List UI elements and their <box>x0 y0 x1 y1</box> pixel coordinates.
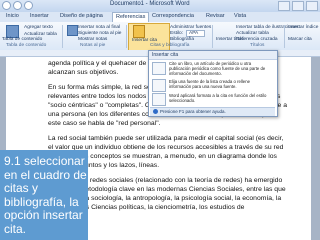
format-style-icon <box>152 93 166 106</box>
update-table-button[interactable]: Actualizar tabla <box>24 32 57 37</box>
tab-vista[interactable]: Vista <box>234 13 246 19</box>
tooltip-help-footer: Presione F1 para obtener ayuda. <box>150 107 275 116</box>
footnote-icon[interactable] <box>67 25 78 36</box>
bibliography-button[interactable]: Bibliografía <box>170 37 194 42</box>
next-footnote-button[interactable]: Siguiente nota al pie <box>78 31 121 36</box>
citation-book-icon <box>152 62 166 75</box>
quick-access-toolbar <box>2 1 33 10</box>
undo-icon[interactable] <box>24 1 33 10</box>
cross-reference-button[interactable]: Referencia cruzada <box>236 37 278 42</box>
tab-revisar[interactable]: Revisar <box>206 13 225 19</box>
maximize-button[interactable] <box>292 1 304 11</box>
group-citations: Citas y bibliografía <box>150 43 190 48</box>
help-text: Presione F1 para obtener ayuda. <box>160 109 226 114</box>
save-icon[interactable] <box>13 1 22 10</box>
ribbon: Tabla de contenido Agregar texto Actuali… <box>0 22 320 51</box>
doc-line: este caso se habla de "red personal". <box>48 120 161 127</box>
ribbon-separator <box>284 25 285 48</box>
group-footnotes: Notas al pie <box>80 43 106 48</box>
tab-insertar[interactable]: Insertar <box>30 13 49 19</box>
office-button-icon[interactable] <box>2 1 11 10</box>
tab-inicio[interactable]: Inicio <box>6 13 19 19</box>
insert-index-button[interactable]: Insertar índice <box>288 25 318 30</box>
minimize-button[interactable] <box>278 1 290 11</box>
mark-citation-button[interactable]: Marcar cita <box>288 37 312 42</box>
add-text-button[interactable]: Agregar texto <box>24 25 53 30</box>
source-list-icon <box>152 79 166 92</box>
close-button[interactable] <box>306 1 318 11</box>
doc-line: La red social también puede ser utilizad… <box>48 135 284 142</box>
group-table-of-contents: Tabla de contenido <box>6 43 47 48</box>
update-table-figures-button[interactable]: Actualizar tabla <box>236 31 269 36</box>
show-notes-button[interactable]: Mostrar notas <box>78 37 107 42</box>
ribbon-separator <box>126 25 127 48</box>
tab-referencias[interactable]: Referencias <box>112 12 150 22</box>
insert-endnote-button[interactable]: Insertar nota al final <box>78 25 120 30</box>
tab-diseno[interactable]: Diseño de página <box>60 13 103 19</box>
style-select[interactable]: APA <box>186 30 206 37</box>
doc-line: alcanzan sus objetivos. <box>48 69 119 76</box>
window-controls <box>278 1 318 11</box>
ribbon-separator <box>212 25 213 48</box>
instruction-text: 9.1 seleccionar en el cuadro de citas y … <box>4 154 87 236</box>
ribbon-separator <box>62 25 63 48</box>
ribbon-tabs: Inicio Insertar Diseño de página Referen… <box>0 12 320 22</box>
help-icon <box>153 109 158 115</box>
tooltip-paragraph: Cite un libro, un artículo de periódico … <box>169 61 266 76</box>
window-title: Documento1 - Microsoft Word <box>110 1 190 7</box>
group-captions: Títulos <box>250 43 265 48</box>
instruction-callout: 9.1 seleccionar en el cuadro de citas y … <box>0 150 88 240</box>
tab-correspondencia[interactable]: Correspondencia <box>152 13 194 19</box>
table-of-contents-button[interactable]: Tabla de contenido <box>2 37 42 42</box>
insert-citation-tooltip: Insertar cita Cite un libro, un artículo… <box>148 50 278 117</box>
tooltip-paragraph: Elija una fuente de la lista creada o re… <box>169 79 250 89</box>
tooltip-title: Insertar cita <box>149 51 277 60</box>
style-label: Estilo: <box>170 31 184 36</box>
insert-citation-icon[interactable] <box>133 25 145 38</box>
tooltip-paragraph: Word aplicará formato a la cita en funci… <box>169 93 267 103</box>
